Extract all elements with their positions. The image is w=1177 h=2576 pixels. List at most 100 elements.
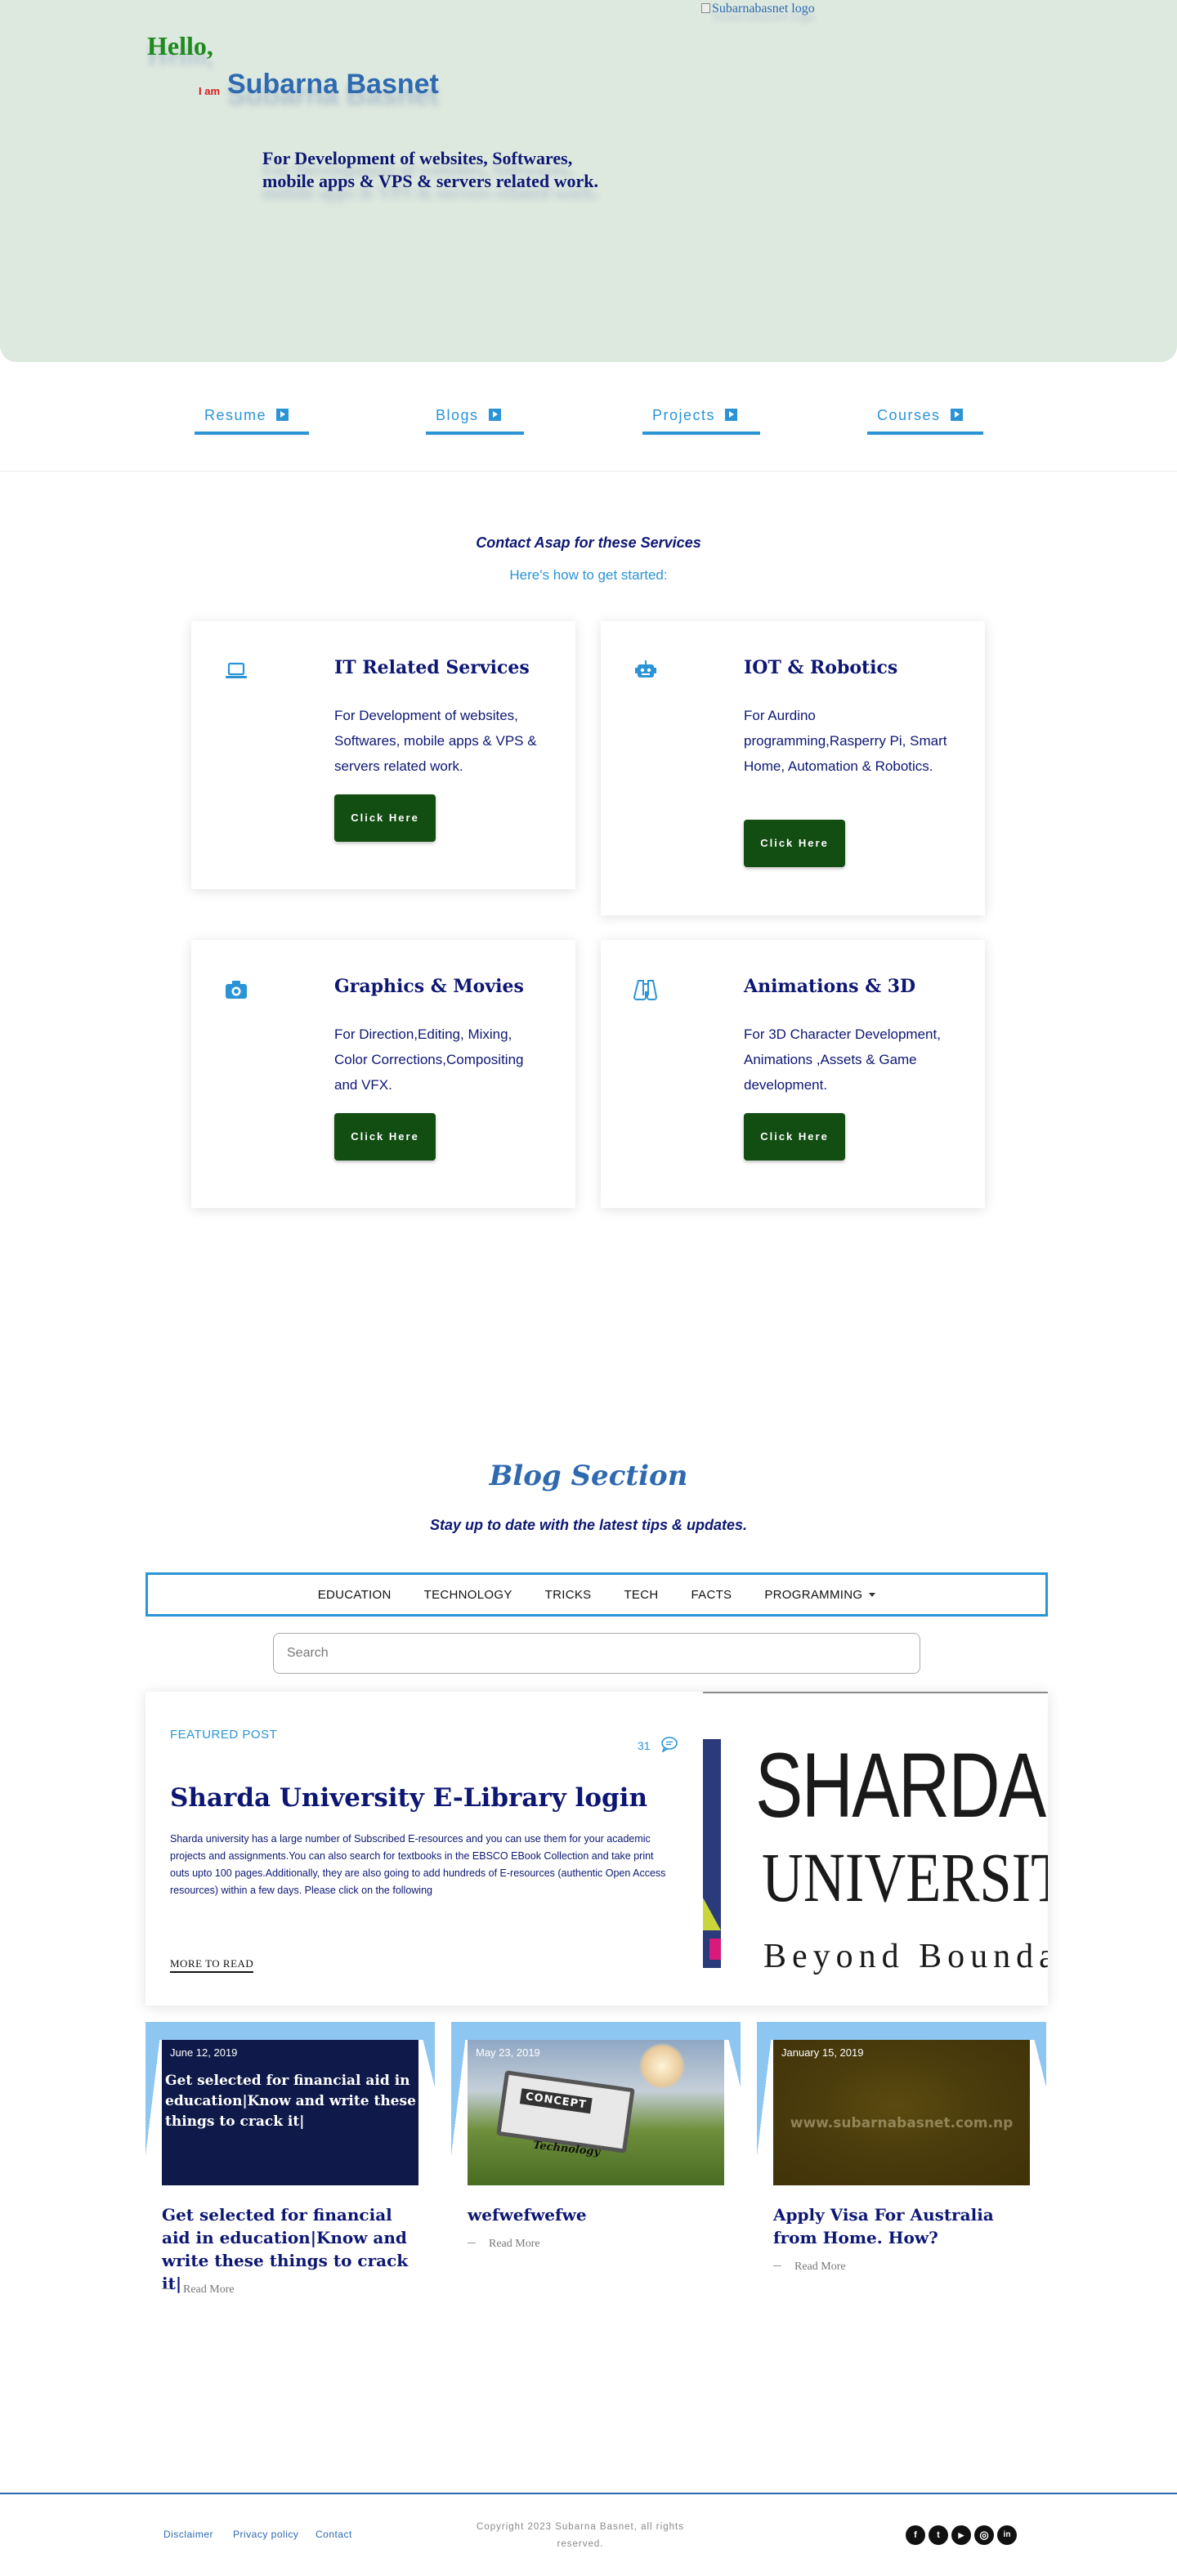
instagram-icon[interactable]: ◎: [974, 2525, 994, 2545]
facebook-icon[interactable]: f: [906, 2525, 925, 2545]
services-subtitle: Here's how to get started:: [509, 567, 668, 583]
nav-label: Projects: [652, 407, 716, 423]
search-input[interactable]: [273, 1633, 920, 1674]
category-facts[interactable]: FACTS: [691, 1588, 732, 1602]
post-date: May 23, 2019: [476, 2046, 540, 2059]
play-arrow-icon: [488, 409, 501, 421]
card-accent: [418, 2022, 435, 2087]
hero-tagline: For Development of websites, Softwares, …: [262, 148, 599, 191]
click-here-button[interactable]: Click Here: [334, 1113, 436, 1161]
more-to-read-link[interactable]: MORE TO READ: [170, 1957, 254, 1973]
service-card-text: For Development of websites, Softwares, …: [334, 708, 537, 774]
category-programming[interactable]: PROGRAMMING: [764, 1587, 876, 1602]
card-accent: [145, 2022, 435, 2040]
click-here-button[interactable]: Click Here: [744, 820, 845, 867]
comment-count: 31: [638, 1739, 651, 1752]
logo-alt-text: Subarnabasnet logo: [712, 2, 815, 16]
service-card-title: Graphics & Movies: [334, 976, 524, 997]
youtube-icon[interactable]: ▶: [951, 2525, 971, 2545]
page: Hello, I am Subarna Basnet Subarnabasnet…: [0, 0, 1177, 2576]
category-label: PROGRAMMING: [764, 1587, 863, 1602]
post-title[interactable]: Apply Visa For Australia from Home. How?: [773, 2203, 1035, 2249]
featured-post: FEATURED POST 31 Sharda University E-Lib…: [145, 1692, 1048, 2006]
top-navigation: Resume Blogs Projects Courses: [0, 392, 1177, 441]
service-card-animations: Animations & 3D For 3D Character Develop…: [601, 940, 985, 1208]
click-here-button[interactable]: Click Here: [744, 1113, 845, 1161]
hero-i-am: I am: [199, 85, 221, 97]
blog-section-subtitle: Stay up to date with the latest tips & u…: [429, 1517, 748, 1533]
footer-link-contact[interactable]: Contact: [316, 2529, 352, 2540]
card-accent: [1030, 2022, 1046, 2087]
image-text: UNIVERSITY: [762, 1838, 1048, 1916]
service-card-title: IOT & Robotics: [744, 657, 898, 678]
play-arrow-icon: [725, 409, 738, 421]
read-more-label: Read More: [183, 2283, 235, 2296]
twitter-icon[interactable]: t: [929, 2525, 948, 2545]
card-accent: [451, 2022, 468, 2156]
dash-decor: [773, 2265, 781, 2266]
card-accent: [451, 2022, 741, 2040]
card-accent: [724, 2022, 741, 2087]
copyright-text: Copyright 2023 Subarna Basnet, all right…: [477, 2522, 684, 2549]
footer-link-disclaimer[interactable]: Disclaimer: [163, 2529, 213, 2540]
post-title[interactable]: wefwefwefwe: [468, 2203, 729, 2226]
blog-post-card: Get selected for financial aid in educat…: [145, 2022, 435, 2300]
featured-post-image[interactable]: SHARDA UNIVERSITY Beyond Boundaries: [703, 1692, 1048, 2006]
post-thumbnail[interactable]: www.subarnabasnet.com.np: [773, 2040, 1030, 2185]
nav-label: Resume: [204, 407, 267, 423]
read-more-link[interactable]: Read More: [773, 2261, 846, 2274]
card-accent: [145, 2022, 162, 2156]
read-more-label: Read More: [794, 2261, 846, 2273]
service-card-text: For 3D Character Development, Animations…: [744, 1026, 941, 1093]
camera-icon: [226, 981, 247, 999]
broken-image-icon: [701, 3, 710, 13]
site-logo[interactable]: Subarnabasnet logo: [701, 2, 815, 16]
chevron-down-icon: [869, 1592, 876, 1597]
image-decor: [703, 1739, 721, 1968]
nav-projects[interactable]: Projects: [642, 407, 760, 435]
thumbnail-watermark: www.subarnabasnet.com.np: [790, 2115, 1014, 2131]
post-title[interactable]: Get selected for financial aid in educat…: [162, 2203, 423, 2295]
category-tricks[interactable]: TRICKS: [545, 1588, 592, 1602]
featured-post-excerpt: Sharda university has a large number of …: [170, 1833, 666, 1896]
comment-icon[interactable]: [660, 1736, 678, 1752]
read-more-link[interactable]: Read More: [468, 2238, 540, 2251]
play-arrow-icon: [950, 409, 963, 421]
thumbnail-text: Get selected for financial aid in educat…: [165, 2073, 416, 2130]
featured-post-title[interactable]: Sharda University E-Library login: [170, 1783, 647, 1813]
card-accent: [757, 2022, 773, 2156]
section-divider: [0, 471, 1177, 472]
linkedin-icon[interactable]: in: [997, 2525, 1017, 2545]
footer-link-privacy[interactable]: Privacy policy: [233, 2529, 298, 2540]
image-text: Beyond Boundaries: [763, 1938, 1048, 1975]
image-decor: [703, 1898, 721, 1930]
featured-post-label: FEATURED POST: [170, 1728, 278, 1742]
hero-greeting: Hello,: [147, 31, 213, 60]
nav-courses[interactable]: Courses: [867, 407, 983, 435]
blog-post-card: www.subarnabasnet.com.np January 15, 201…: [757, 2022, 1046, 2300]
image-decor: [709, 1939, 721, 1960]
laptop-icon: [226, 662, 247, 678]
hero-name: Subarna Basnet: [227, 69, 439, 100]
play-arrow-icon: [276, 409, 289, 421]
post-date: June 12, 2019: [170, 2046, 238, 2059]
category-technology[interactable]: TECHNOLOGY: [424, 1588, 512, 1602]
image-text: SHARDA: [755, 1734, 1046, 1836]
read-more-link[interactable]: Read More: [162, 2283, 235, 2296]
nav-label: Courses: [877, 407, 941, 423]
robot-icon: [635, 660, 656, 678]
nav-label: Blogs: [436, 407, 479, 423]
post-thumbnail[interactable]: Get selected for financial aid in educat…: [162, 2040, 418, 2185]
blog-category-nav: EDUCATION TECHNOLOGY TRICKS TECH FACTS P…: [145, 1572, 1048, 1617]
category-education[interactable]: EDUCATION: [318, 1588, 392, 1602]
nav-resume[interactable]: Resume: [195, 407, 309, 435]
service-card-iot: IOT & Robotics For Aurdino programming,R…: [601, 621, 985, 915]
click-here-button[interactable]: Click Here: [334, 794, 436, 842]
nav-blogs[interactable]: Blogs: [426, 407, 524, 435]
category-tech[interactable]: TECH: [624, 1588, 658, 1602]
post-thumbnail[interactable]: CONCEPT Technology: [468, 2040, 724, 2185]
services-title: Contact Asap for these Services: [476, 534, 701, 551]
lightbulb-glow: [639, 2043, 685, 2089]
binoculars-icon: [633, 980, 658, 1000]
laptop-screen: CONCEPT: [496, 2070, 635, 2153]
